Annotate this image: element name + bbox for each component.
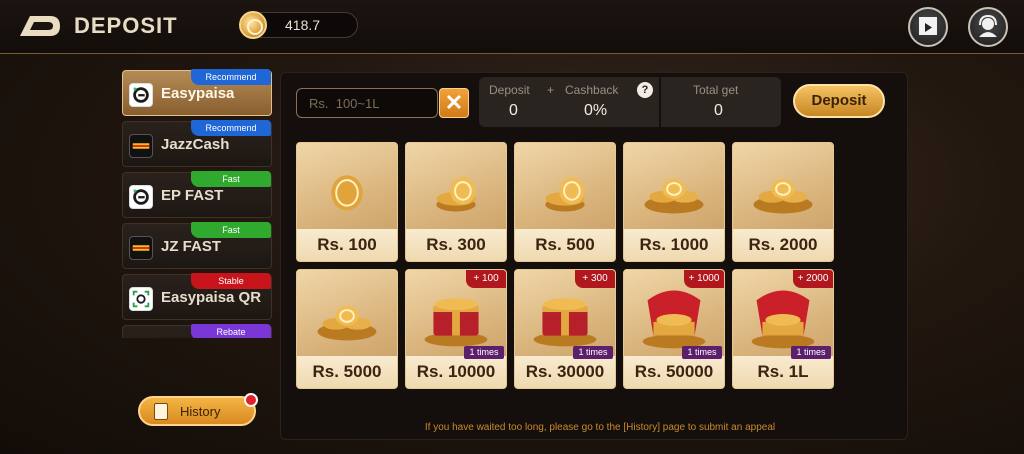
badge-recommend: Recommend: [191, 120, 271, 136]
cashback-value: 0%: [584, 102, 608, 119]
jazzcash-icon: [129, 134, 153, 158]
amount-tile[interactable]: Rs. 300: [405, 142, 507, 262]
help-icon[interactable]: ?: [637, 82, 653, 98]
balance-display: 418.7: [239, 11, 358, 39]
history-label: History: [180, 404, 221, 419]
cashback-label: Cashback: [565, 83, 619, 97]
coin-pile-icon: [644, 179, 704, 214]
coin-pile-icon: [317, 306, 377, 341]
support-icon: [979, 14, 997, 37]
tile-price: Rs. 50000: [624, 356, 724, 388]
support-button[interactable]: [968, 7, 1008, 47]
payment-method-list[interactable]: Easypaisa Recommend JazzCash Recommend E…: [122, 68, 274, 338]
method-easypaisa[interactable]: Easypaisa Recommend: [122, 69, 272, 116]
bonus-badge: + 100: [466, 270, 506, 288]
amount-tile[interactable]: Rs. 5000: [296, 269, 398, 389]
method-ep-fast[interactable]: EP FAST Fast: [122, 171, 272, 218]
method-label: Easypaisa: [161, 85, 235, 102]
coin-pile-icon: [753, 179, 813, 214]
method-rebate[interactable]: Rebate: [122, 324, 272, 338]
coin-icon: [239, 11, 267, 39]
amount-tile[interactable]: Rs. 1000: [623, 142, 725, 262]
times-badge: 1 times: [573, 346, 613, 359]
clear-button[interactable]: ✕: [439, 88, 469, 118]
amount-tile[interactable]: Rs. 10000 + 100 1 times: [405, 269, 507, 389]
bonus-badge: + 1000: [684, 270, 724, 288]
coin-stack-icon: [545, 177, 585, 212]
badge-recommend: Recommend: [191, 69, 271, 85]
deposit-value: 0: [509, 102, 518, 119]
tile-price: Rs. 100: [297, 229, 397, 261]
jazzcash-icon: [129, 236, 153, 260]
tile-price: Rs. 300: [406, 229, 506, 261]
method-jazzcash[interactable]: JazzCash Recommend: [122, 120, 272, 167]
bonus-badge: + 2000: [793, 270, 833, 288]
amount-tile[interactable]: Rs. 30000 + 300 1 times: [514, 269, 616, 389]
method-label: EP FAST: [161, 187, 224, 204]
balance-value: 418.7: [285, 17, 321, 33]
notification-dot: [244, 393, 258, 407]
tile-price: Rs. 2000: [733, 229, 833, 261]
amount-input[interactable]: [296, 88, 438, 118]
method-easypaisa-qr[interactable]: Easypaisa QR Stable: [122, 273, 272, 320]
badge-rebate: Rebate: [191, 324, 271, 338]
tile-price: Rs. 1000: [624, 229, 724, 261]
page-title: DEPOSIT: [74, 13, 178, 38]
tile-price: Rs. 30000: [515, 356, 615, 388]
tile-price: Rs. 1L: [733, 356, 833, 388]
amount-tile[interactable]: Rs. 50000 + 1000 1 times: [623, 269, 725, 389]
total-label: Total get: [693, 83, 739, 97]
amount-tile[interactable]: Rs. 500: [514, 142, 616, 262]
top-bar: DEPOSIT 418.7: [0, 0, 1024, 54]
badge-stable: Stable: [191, 273, 271, 289]
history-button[interactable]: History: [138, 396, 256, 426]
bonus-badge: + 300: [575, 270, 615, 288]
method-label: Easypaisa QR: [161, 289, 262, 306]
back-button[interactable]: [16, 12, 64, 40]
coin-stack-icon: [436, 177, 476, 212]
total-value: 0: [714, 102, 723, 119]
deposit-button[interactable]: Deposit: [793, 84, 885, 118]
easypaisa-icon: [129, 83, 153, 107]
deposit-summary: Deposit + Cashback ? 0 0% Total get 0: [479, 77, 781, 127]
appeal-note: If you have waited too long, please go t…: [424, 422, 776, 433]
times-badge: 1 times: [464, 346, 504, 359]
amount-tile[interactable]: Rs. 2000: [732, 142, 834, 262]
document-icon: [154, 403, 168, 420]
easypaisa-icon: [129, 185, 153, 209]
video-icon: [919, 17, 937, 35]
times-badge: 1 times: [791, 346, 831, 359]
method-label: JZ FAST: [161, 238, 222, 255]
tile-price: Rs. 500: [515, 229, 615, 261]
times-badge: 1 times: [682, 346, 722, 359]
badge-fast: Fast: [191, 171, 271, 187]
video-button[interactable]: [908, 7, 948, 47]
tile-price: Rs. 5000: [297, 356, 397, 388]
badge-fast: Fast: [191, 222, 271, 238]
amount-tile[interactable]: Rs. 1L + 2000 1 times: [732, 269, 834, 389]
deposit-label: Deposit: [489, 83, 530, 97]
tile-price: Rs. 10000: [406, 356, 506, 388]
qr-icon: [129, 287, 153, 311]
divider: [659, 77, 661, 127]
plus-sign: +: [547, 83, 555, 97]
method-jz-fast[interactable]: JZ FAST Fast: [122, 222, 272, 269]
amount-tile[interactable]: Rs. 100: [296, 142, 398, 262]
method-label: JazzCash: [161, 136, 230, 153]
single-coin-icon: [331, 175, 363, 211]
